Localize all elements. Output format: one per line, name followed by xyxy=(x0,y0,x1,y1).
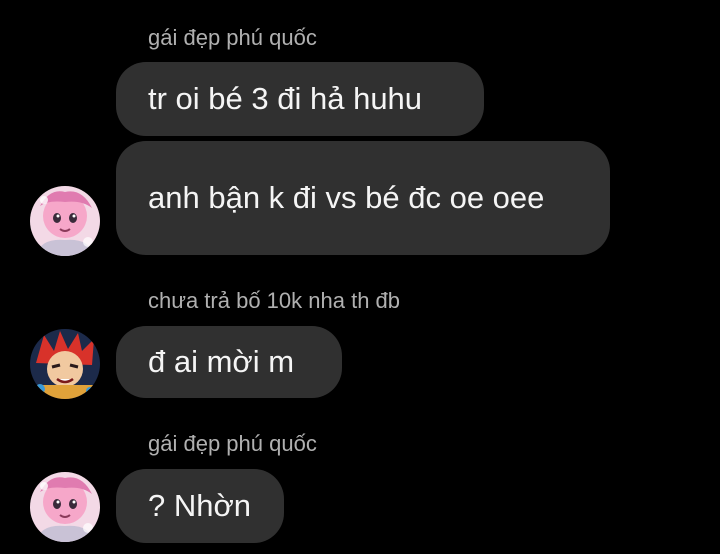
message-bubble[interactable]: đ ai mời m xyxy=(116,326,342,398)
sender-name: gái đẹp phú quốc xyxy=(148,431,317,456)
message-bubble[interactable]: anh bận k đi vs bé đc oe oee xyxy=(116,141,610,255)
sender-name: chưa trả bố 10k nha th đb xyxy=(148,288,401,313)
message-bubble[interactable]: tr oi bé 3 đi hả huhu xyxy=(116,62,484,136)
avatar-pink-anime-girl-icon[interactable] xyxy=(30,472,100,542)
sender-name: gái đẹp phú quốc xyxy=(148,25,317,50)
avatar-pink-anime-girl-icon[interactable] xyxy=(30,186,100,256)
chat-thread: gái đẹp phú quốc tr oi bé 3 đi hả huhu a… xyxy=(0,0,720,554)
message-text: tr oi bé 3 đi hả huhu xyxy=(148,81,423,116)
message-bubble[interactable]: ? Nhờn xyxy=(116,469,284,543)
message-text: ? Nhờn xyxy=(148,488,252,523)
message-text: anh bận k đi vs bé đc oe oee xyxy=(148,180,545,215)
message-text: đ ai mời m xyxy=(148,344,295,379)
avatar-red-hair-anime-boy-icon[interactable] xyxy=(30,329,100,399)
